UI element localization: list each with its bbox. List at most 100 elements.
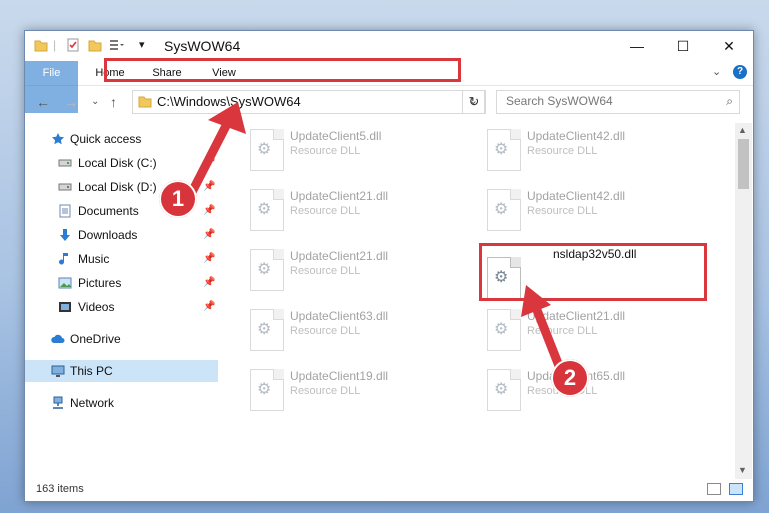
gear-icon: ⚙ — [257, 201, 272, 218]
pictures-icon — [58, 277, 72, 289]
recent-locations-icon[interactable]: ⌄ — [91, 96, 99, 107]
file-icon: ⚙ — [250, 309, 284, 351]
sidebar-item-label: Quick access — [70, 132, 142, 146]
file-item[interactable]: ⚙ UpdateClient21.dll Resource DLL — [487, 309, 707, 361]
navigation-bar: ← → ⌄ ↑ C:\Windows\SysWOW64 ⌄ ↻ Search S… — [25, 86, 753, 118]
large-icons-view-icon[interactable] — [729, 483, 743, 495]
address-bar[interactable]: C:\Windows\SysWOW64 ⌄ — [132, 90, 485, 114]
file-description: Resource DLL — [527, 205, 598, 217]
sidebar-item-pictures[interactable]: Pictures 📌 — [25, 272, 218, 294]
item-count: 163 items — [36, 483, 84, 495]
sidebar-item-network[interactable]: Network — [25, 392, 218, 414]
gear-icon: ⚙ — [494, 381, 509, 398]
gear-icon: ⚙ — [494, 321, 509, 338]
up-arrow-icon[interactable]: ↑ — [110, 94, 117, 110]
file-icon: ⚙ — [487, 309, 521, 351]
sidebar-item-label: Downloads — [78, 228, 138, 242]
properties-icon[interactable] — [66, 38, 80, 52]
forward-arrow-icon[interactable]: → — [64, 94, 78, 110]
address-path: C:\Windows\SysWOW64 — [157, 94, 301, 109]
customize-toolbar-icon[interactable] — [109, 38, 125, 52]
sidebar-item-quick-access[interactable]: Quick access — [25, 128, 218, 150]
file-item[interactable]: ⚙ UpdateClient21.dll Resource DLL — [250, 189, 470, 241]
file-description: Resource DLL — [290, 145, 361, 157]
refresh-button[interactable]: ↻ — [462, 90, 486, 114]
gear-icon: ⚙ — [257, 141, 272, 158]
back-arrow-icon[interactable]: ← — [36, 94, 50, 110]
details-view-icon[interactable] — [707, 483, 721, 495]
pin-icon[interactable]: 📌 — [203, 272, 215, 294]
file-icon: ⚙ — [487, 369, 521, 411]
sidebar-item-onedrive[interactable]: OneDrive — [25, 328, 218, 350]
documents-icon — [59, 204, 71, 218]
refresh-icon: ↻ — [468, 94, 480, 109]
scrollbar-thumb[interactable] — [738, 139, 749, 189]
file-item[interactable]: ⚙ UpdateClient63.dll Resource DLL — [250, 309, 470, 361]
file-name: UpdateClient5.dll — [290, 129, 382, 143]
file-icon: ⚙ — [250, 369, 284, 411]
maximize-button[interactable]: ☐ — [660, 31, 706, 61]
scroll-up-icon[interactable]: ▲ — [738, 125, 747, 135]
pin-icon[interactable]: 📌 — [203, 224, 215, 246]
sidebar-item-this-pc[interactable]: This PC — [25, 360, 218, 382]
sidebar-item-music[interactable]: Music 📌 — [25, 248, 218, 270]
quick-access-dropdown-icon[interactable]: ▾ — [139, 38, 145, 51]
search-box[interactable]: Search SysWOW64 ⌕ — [496, 90, 740, 114]
file-item[interactable]: ⚙ UpdateClient42.dll Resource DLL — [487, 129, 707, 181]
file-description: Resource DLL — [290, 385, 361, 397]
sidebar-item-label: Documents — [78, 204, 139, 218]
file-item[interactable]: ⚙ UpdateClient5.dll Resource DLL — [250, 129, 470, 181]
downloads-icon — [60, 229, 70, 241]
file-highlight — [479, 243, 707, 301]
step-badge-2: 2 — [551, 359, 589, 397]
title-bar: | ▾ SysWOW64 — ☐ ✕ — [25, 31, 753, 61]
videos-icon — [59, 302, 71, 312]
file-icon: ⚙ — [250, 249, 284, 291]
sidebar-item-downloads[interactable]: Downloads 📌 — [25, 224, 218, 246]
search-input[interactable]: Search SysWOW64 — [506, 94, 613, 108]
pin-icon[interactable]: 📌 — [203, 248, 215, 270]
vertical-scrollbar[interactable]: ▲ ▼ — [735, 123, 752, 479]
file-item[interactable]: ⚙ UpdateClient42.dll Resource DLL — [487, 189, 707, 241]
address-bar-highlight — [104, 58, 461, 82]
file-name: UpdateClient21.dll — [527, 309, 626, 323]
network-icon — [53, 396, 63, 409]
pin-icon[interactable]: 📌 — [203, 176, 215, 198]
cloud-icon — [51, 334, 65, 343]
new-folder-icon[interactable] — [88, 38, 102, 52]
file-name: UpdateClient21.dll — [290, 189, 389, 203]
sidebar-item-videos[interactable]: Videos 📌 — [25, 296, 218, 318]
pin-icon[interactable]: 📌 — [203, 296, 215, 318]
file-name: UpdateClient42.dll — [527, 189, 626, 203]
step-badge-1: 1 — [159, 180, 197, 218]
gear-icon: ⚙ — [257, 381, 272, 398]
file-item[interactable]: ⚙ UpdateClient19.dll Resource DLL — [250, 369, 470, 421]
navigation-pane: Quick access Local Disk (C:) 📌 Local Dis… — [25, 123, 218, 483]
gear-icon: ⚙ — [494, 201, 509, 218]
file-description: Resource DLL — [290, 205, 361, 217]
file-icon: ⚙ — [250, 189, 284, 231]
sidebar-item-label: Local Disk (D:) — [78, 180, 157, 194]
minimize-button[interactable]: — — [614, 31, 660, 61]
file-icon: ⚙ — [250, 129, 284, 171]
file-item[interactable]: ⚙ UpdateClient65.dll Resource DLL — [487, 369, 707, 421]
sidebar-item-label: Videos — [78, 300, 115, 314]
file-name: UpdateClient19.dll — [290, 369, 389, 383]
sidebar-item-local-disk-c[interactable]: Local Disk (C:) 📌 — [25, 152, 218, 174]
pin-icon[interactable]: 📌 — [203, 200, 215, 222]
sidebar-item-label: Network — [70, 396, 115, 410]
file-item[interactable]: ⚙ UpdateClient21.dll Resource DLL — [250, 249, 470, 301]
help-icon[interactable]: ? — [733, 65, 747, 79]
music-icon — [59, 253, 68, 265]
close-button[interactable]: ✕ — [706, 31, 752, 61]
file-name: UpdateClient42.dll — [527, 129, 626, 143]
pin-icon[interactable]: 📌 — [203, 152, 215, 174]
file-description: Resource DLL — [290, 325, 361, 337]
folder-icon — [34, 40, 48, 52]
expand-ribbon-icon[interactable]: ⌄ — [712, 65, 721, 78]
gear-icon: ⚙ — [494, 141, 509, 158]
scroll-down-icon[interactable]: ▼ — [738, 465, 747, 475]
file-description: Resource DLL — [527, 145, 598, 157]
window-title: SysWOW64 — [164, 38, 241, 54]
sidebar-item-label: Pictures — [78, 276, 122, 290]
